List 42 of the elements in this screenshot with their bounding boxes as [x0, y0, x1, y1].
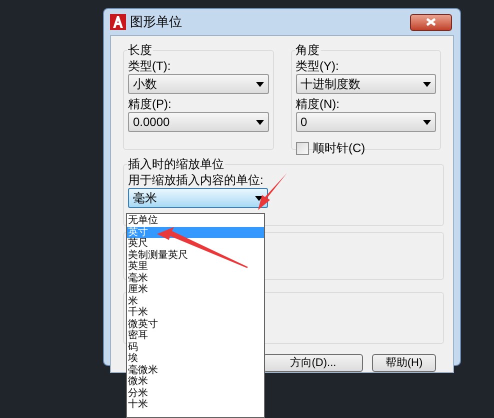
- dropdown-option[interactable]: 美制测量英尺: [127, 250, 264, 261]
- dropdown-option[interactable]: 米: [127, 296, 264, 307]
- dropdown-option[interactable]: 毫米: [127, 272, 264, 284]
- dropdown-option[interactable]: 千米: [127, 307, 264, 318]
- close-button[interactable]: [410, 14, 452, 30]
- dropdown-option[interactable]: 埃: [127, 353, 264, 364]
- dropdown[interactable]: 0.0000: [128, 112, 268, 132]
- dropdown-option[interactable]: 英里: [127, 261, 264, 272]
- dropdown-option[interactable]: 码: [127, 342, 264, 353]
- dialog-button[interactable]: 方向(D)...: [263, 354, 363, 372]
- dropdown-option[interactable]: 厘米: [127, 284, 264, 296]
- group-title: 长度: [127, 42, 153, 58]
- field-label: 精度(P):: [128, 96, 172, 112]
- dropdown-option[interactable]: 毫微米: [127, 364, 264, 376]
- dropdown-option[interactable]: 无单位: [127, 215, 264, 226]
- dropdown[interactable]: 0: [296, 112, 436, 132]
- app-logo-icon: [110, 14, 126, 30]
- field-label: 类型(Y):: [296, 58, 340, 74]
- caret-icon: [423, 120, 431, 124]
- close-icon: [426, 18, 436, 26]
- dropdown-option[interactable]: 英尺: [127, 238, 264, 250]
- caret-icon: [256, 82, 264, 86]
- dropdown-option[interactable]: 分米: [127, 388, 264, 399]
- dropdown[interactable]: 小数: [128, 74, 268, 94]
- window-title: 图形单位: [130, 13, 182, 32]
- caret-icon: [256, 120, 264, 124]
- dropdown-option[interactable]: 密耳: [127, 330, 264, 342]
- group-title: 插入时的缩放单位: [127, 156, 225, 172]
- checkbox[interactable]: [296, 142, 308, 154]
- dropdown-option[interactable]: 微米: [127, 376, 264, 388]
- caret-icon: [255, 196, 263, 200]
- field-label: 顺时针(C): [312, 140, 366, 156]
- group-title: 角度: [294, 42, 320, 58]
- field-label: 类型(T):: [128, 58, 172, 74]
- dialog-button[interactable]: 帮助(H): [372, 354, 436, 372]
- caret-icon: [423, 82, 431, 86]
- field-label: 精度(N):: [296, 96, 340, 112]
- dropdown-option[interactable]: 微英寸: [127, 318, 264, 330]
- dropdown-option[interactable]: 十米: [127, 399, 264, 410]
- field-label: 用于缩放插入内容的单位:: [128, 172, 264, 188]
- dropdown[interactable]: 十进制度数: [296, 74, 436, 94]
- dropdown[interactable]: 毫米: [128, 188, 268, 208]
